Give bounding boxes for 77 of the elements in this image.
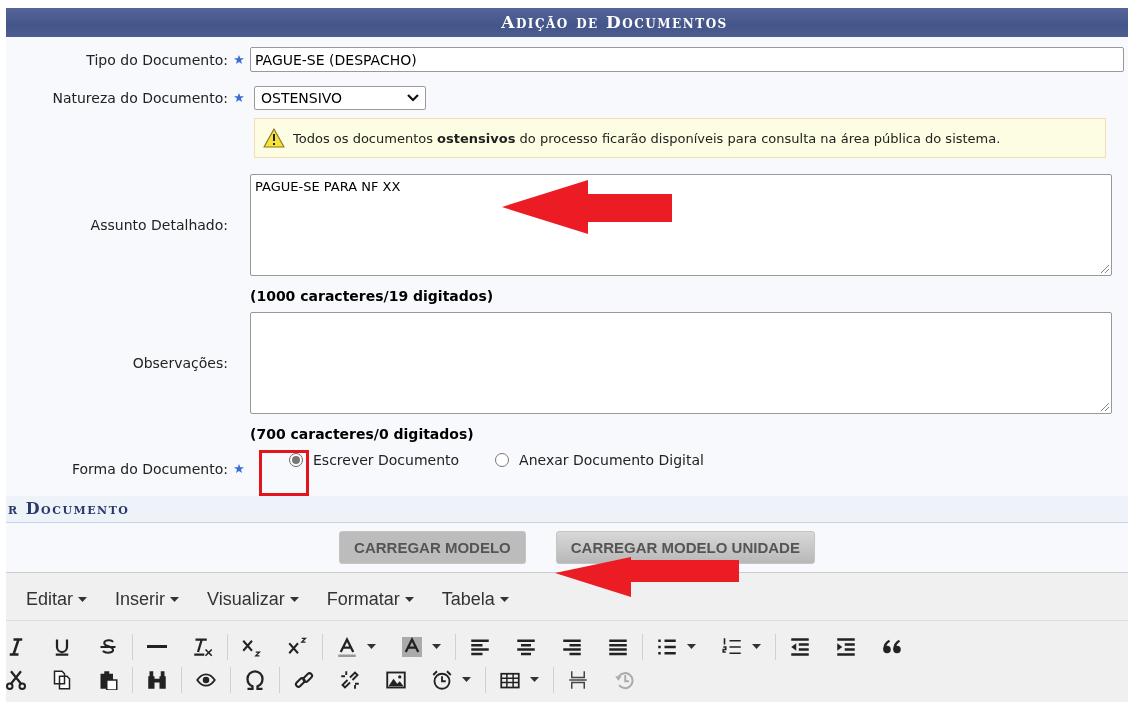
text-color-icon (337, 636, 357, 657)
menu-item[interactable]: Inserir (115, 587, 180, 611)
notes-textarea[interactable] (250, 312, 1112, 414)
resize-grip-icon (1100, 264, 1109, 273)
superscript-icon (288, 636, 308, 657)
toolbar-button[interactable] (836, 636, 856, 657)
image-icon (386, 669, 406, 690)
panel-title: Adição de Documentos (6, 8, 1128, 37)
scissors-icon (6, 669, 26, 690)
subject-textarea[interactable]: PAGUE-SE PARA NF XX (250, 174, 1112, 276)
field-label: Natureza do Documento: (51, 90, 228, 106)
paste-icon (98, 669, 118, 690)
caret-icon (499, 596, 509, 602)
menu-item[interactable]: Visualizar (207, 587, 299, 611)
radio-option[interactable]: Escrever Documento (289, 452, 460, 468)
caret-icon (752, 644, 761, 649)
character-counter: (1000 caracteres/19 digitados) (250, 287, 495, 306)
field-label: Tipo do Documento: (85, 51, 228, 68)
load-template-button[interactable]: CARREGAR MODELO (339, 531, 526, 564)
toolbar-button[interactable] (432, 669, 471, 690)
section-title: r Documento (6, 496, 1128, 523)
toolbar-button[interactable] (52, 669, 72, 690)
alarm-clock-icon (432, 669, 452, 690)
toolbar-button[interactable] (790, 636, 810, 657)
toolbar-button[interactable] (402, 636, 441, 657)
numbered-list-icon (722, 636, 742, 657)
document-type-field[interactable]: PAGUE-SE (DESPACHO) (250, 47, 1124, 72)
link-icon (294, 669, 314, 690)
toolbar-button[interactable] (245, 669, 265, 690)
toolbar-button[interactable] (98, 669, 118, 690)
caret-icon (170, 596, 180, 602)
indent-icon (836, 636, 856, 657)
toolbar-button[interactable] (340, 669, 360, 690)
toolbar-button[interactable] (6, 669, 26, 690)
radio-option[interactable]: Anexar Documento Digital (495, 452, 704, 468)
menu-item[interactable]: Tabela (441, 587, 509, 611)
caret-icon (289, 596, 299, 602)
horizontal-line-icon (147, 645, 167, 648)
load-template-button[interactable]: CARREGAR MODELO UNIDADE (555, 531, 815, 564)
toolbar-button[interactable] (294, 669, 314, 690)
toolbar-button[interactable] (337, 636, 376, 657)
highlight-annotation (259, 450, 309, 496)
toolbar-button[interactable] (193, 636, 213, 657)
nature-dropdown[interactable]: OSTENSIVO (254, 86, 426, 110)
copy-icon (52, 669, 72, 690)
caret-icon (462, 677, 471, 682)
caret-icon (432, 644, 441, 649)
strikethrough-icon (98, 636, 118, 657)
toolbar-button[interactable] (386, 669, 406, 690)
caret-icon (404, 596, 414, 602)
unlink-icon (340, 669, 360, 690)
field-label: Forma do Documento: (71, 461, 228, 477)
warning-icon (263, 128, 285, 148)
field-label: Observações: (131, 355, 228, 371)
character-counter: (700 caracteres/0 digitados) (250, 425, 475, 442)
caret-icon (687, 644, 696, 649)
menu-item[interactable]: Formatar (326, 587, 414, 611)
page-break-icon (568, 669, 588, 690)
toolbar-button[interactable] (147, 669, 167, 690)
notice-text: Todos os documentos ostensivos do processo ficarão disponíveis para consulta na área pública do sistema. (293, 130, 1001, 146)
omega-icon (245, 669, 265, 690)
history-icon (614, 669, 634, 690)
caret-icon (367, 644, 376, 649)
binoculars-icon (147, 669, 167, 690)
toolbar-button[interactable] (568, 669, 588, 690)
outdent-icon (790, 636, 810, 657)
toolbar-button[interactable] (722, 636, 761, 657)
highlight-color-icon (402, 636, 422, 657)
caret-icon (78, 596, 88, 602)
field-label: Assunto Detalhado: (89, 217, 228, 233)
menu-item[interactable]: Editar (26, 587, 88, 611)
toolbar-button[interactable] (288, 636, 308, 657)
caret-icon (530, 677, 539, 682)
resize-grip-icon (1100, 402, 1109, 411)
chevron-down-icon (407, 94, 419, 102)
clear-formatting-icon (193, 636, 213, 657)
toolbar-button[interactable] (98, 636, 118, 657)
